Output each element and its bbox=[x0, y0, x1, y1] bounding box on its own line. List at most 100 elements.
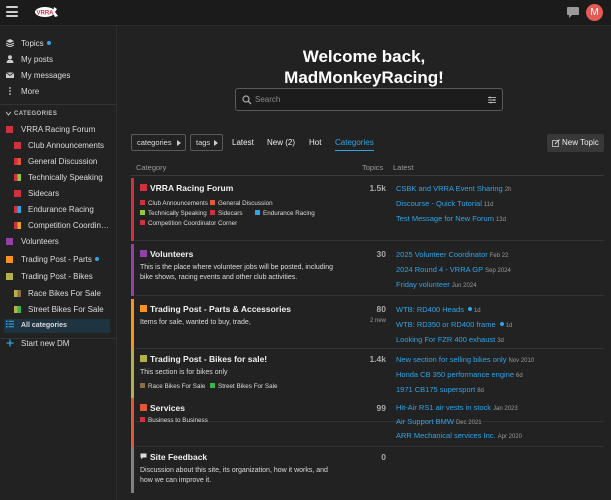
latest-topic-link[interactable]: WTB: RD400 Heads 1d bbox=[396, 305, 481, 314]
column-header-topics[interactable]: Topics bbox=[362, 163, 383, 172]
category-title[interactable]: Trading Post - Parts & Accessories bbox=[140, 304, 291, 314]
sidebar-item-label: VRRA Racing Forum bbox=[21, 125, 96, 134]
sidebar-item-label: Technically Speaking bbox=[28, 173, 103, 182]
sidebar-item-topics[interactable]: Topics bbox=[6, 37, 112, 51]
categories-filter-dropdown[interactable]: categories bbox=[131, 134, 186, 151]
category-color-swatch bbox=[14, 174, 21, 181]
sidebar-category-trading-post-parts[interactable]: Trading Post - Parts bbox=[6, 253, 112, 267]
topic-count: 80 bbox=[376, 304, 386, 314]
column-header-latest[interactable]: Latest bbox=[393, 163, 413, 172]
topic-count: 99 bbox=[376, 403, 386, 413]
more-vertical-icon bbox=[9, 87, 11, 95]
sidebar-category-volunteers[interactable]: Volunteers bbox=[6, 235, 112, 249]
chevron-down-icon[interactable] bbox=[6, 111, 11, 116]
latest-topic-link[interactable]: 2025 Volunteer Coordinator Feb 22 bbox=[396, 250, 508, 259]
subcategory-name: Sidecars bbox=[218, 210, 243, 217]
tab-categories[interactable]: Categories bbox=[335, 134, 374, 151]
category-row-volunteers[interactable]: Volunteers 30 This is the place where vo… bbox=[131, 244, 604, 296]
sidebar-item-more[interactable]: More bbox=[6, 85, 112, 99]
latest-topic-link[interactable]: ARR Mechanical services Inc. Apr 2020 bbox=[396, 431, 522, 440]
sidebar-category-trading-post-bikes[interactable]: Trading Post - Bikes bbox=[6, 270, 112, 284]
latest-topic-age: 1d bbox=[505, 323, 513, 329]
sidebar-category-vrra-racing-forum[interactable]: VRRA Racing Forum bbox=[6, 123, 112, 137]
latest-topic-link[interactable]: Friday volunteer Jun 2024 bbox=[396, 280, 476, 289]
vrra-logo[interactable]: VRRA bbox=[34, 5, 60, 19]
sidebar-category-club-announcements[interactable]: Club Announcements bbox=[14, 139, 112, 153]
latest-topic-title: WTB: RD400 Heads bbox=[396, 305, 464, 314]
sidebar-item-my-messages[interactable]: My messages bbox=[6, 69, 112, 83]
latest-topic-link[interactable]: CSBK and VRRA Event Sharing 2h bbox=[396, 184, 511, 193]
subcategory-link-technically-speaking[interactable]: Technically Speaking bbox=[140, 210, 207, 217]
sidebar-category-race-bikes-for-sale[interactable]: Race Bikes For Sale bbox=[14, 287, 112, 301]
subcategory-swatch bbox=[140, 220, 145, 225]
subcategory-link-competition-coordinator-corner[interactable]: Competition Coordinator Corner bbox=[140, 220, 237, 227]
svg-text:VRRA: VRRA bbox=[36, 10, 54, 16]
sidebar-start-dm[interactable]: Start new DM bbox=[6, 337, 112, 351]
category-color-bar bbox=[131, 398, 134, 447]
list-icon bbox=[6, 320, 14, 328]
hamburger-icon[interactable] bbox=[6, 6, 18, 17]
subcategory-link-business-to-business[interactable]: Business to Business bbox=[140, 417, 208, 424]
caret-right-icon bbox=[214, 140, 218, 146]
category-color-swatch bbox=[14, 190, 21, 197]
category-title[interactable]: Trading Post - Bikes for sale! bbox=[140, 354, 267, 364]
latest-topic-link[interactable]: Looking For FZR 400 exhaust 3d bbox=[396, 335, 504, 344]
latest-topic-link[interactable]: Test Message for New Forum 13d bbox=[396, 214, 506, 223]
tab-new[interactable]: New (2) bbox=[267, 134, 295, 151]
tab-hot[interactable]: Hot bbox=[309, 134, 321, 151]
sidebar-category-street-bikes-for-sale[interactable]: Street Bikes For Sale bbox=[14, 303, 112, 317]
sidebar-item-my-posts[interactable]: My posts bbox=[6, 53, 112, 67]
latest-topic-age: Sep 2024 bbox=[485, 268, 511, 274]
latest-topic-link[interactable]: 2024 Round 4 - VRRA GP Sep 2024 bbox=[396, 265, 511, 274]
search-input[interactable]: Search bbox=[235, 88, 503, 111]
sidebar-item-label: My posts bbox=[21, 55, 54, 64]
user-avatar[interactable]: M bbox=[586, 4, 603, 21]
latest-topic-title: Hit-Air RS1 air vests in stock bbox=[396, 403, 492, 412]
latest-topic-link[interactable]: Hit-Air RS1 air vests in stock Jan 2023 bbox=[396, 403, 518, 412]
category-color-swatch bbox=[14, 158, 21, 165]
sidebar-category-sidecars[interactable]: Sidecars bbox=[14, 187, 112, 201]
category-row-vrra-racing-forum[interactable]: VRRA Racing Forum 1.5k Club Announcement… bbox=[131, 178, 604, 241]
sidebar-category-technically-speaking[interactable]: Technically Speaking bbox=[14, 171, 112, 185]
latest-topic-link[interactable]: Air Support BMW Dec 2021 bbox=[396, 417, 482, 426]
category-row-trading-post-parts[interactable]: Trading Post - Parts & Accessories 80 2 … bbox=[131, 299, 604, 349]
category-title[interactable]: Services bbox=[140, 403, 185, 413]
latest-topic-link[interactable]: 1971 CB175 supersport 8d bbox=[396, 385, 484, 394]
new-topics-count[interactable]: 2 new bbox=[356, 318, 386, 324]
topic-count: 1.5k bbox=[369, 183, 386, 193]
subcategory-link-sidecars[interactable]: Sidecars bbox=[210, 210, 243, 217]
chat-bubble-icon[interactable] bbox=[566, 6, 580, 19]
latest-topic-link[interactable]: Honda CB 350 performance engine 6d bbox=[396, 370, 523, 379]
category-row-site-feedback[interactable]: Site Feedback 0 Discussion about this si… bbox=[131, 447, 604, 493]
new-topic-button[interactable]: New Topic bbox=[547, 134, 604, 152]
sidebar-item-label: Trading Post - Parts bbox=[21, 255, 92, 264]
new-topic-label: New Topic bbox=[562, 138, 599, 147]
category-title[interactable]: Volunteers bbox=[140, 249, 193, 259]
tags-filter-dropdown[interactable]: tags bbox=[190, 134, 223, 151]
tab-latest[interactable]: Latest bbox=[232, 134, 254, 151]
subcategory-link-endurance-racing[interactable]: Endurance Racing bbox=[255, 210, 315, 217]
latest-topic-link[interactable]: WTB: RD350 or RD400 frame 1d bbox=[396, 320, 512, 329]
latest-topic-link[interactable]: Discourse - Quick Tutorial 11d bbox=[396, 199, 493, 208]
sidebar-category-general-discussion[interactable]: General Discussion bbox=[14, 155, 112, 169]
sidebar-category-competition-coordinator[interactable]: Competition Coordinator bbox=[14, 219, 112, 233]
topic-count: 0 bbox=[381, 452, 386, 462]
latest-topic-link[interactable]: New section for selling bikes only Nov 20… bbox=[396, 355, 534, 364]
welcome-line-1: Welcome back, bbox=[302, 47, 426, 66]
category-title[interactable]: VRRA Racing Forum bbox=[140, 183, 233, 193]
sliders-icon[interactable] bbox=[487, 95, 497, 105]
subcategory-link-race-bikes-for-sale[interactable]: Race Bikes For Sale bbox=[140, 383, 205, 390]
sidebar-category-endurance-racing[interactable]: Endurance Racing bbox=[14, 203, 112, 217]
category-name: VRRA Racing Forum bbox=[150, 183, 234, 193]
categories-heading[interactable]: CATEGORIES bbox=[14, 111, 57, 117]
subcategory-link-club-announcements[interactable]: Club Announcements bbox=[140, 200, 208, 207]
category-row-services[interactable]: Services 99 Business to Business Hit-Air… bbox=[131, 398, 604, 447]
sidebar-all-categories[interactable]: All categories bbox=[6, 319, 112, 333]
subcategory-link-street-bikes-for-sale[interactable]: Street Bikes For Sale bbox=[210, 383, 278, 390]
site-header: VRRA M bbox=[0, 0, 611, 26]
sidebar-item-label: Competition Coordinator bbox=[28, 221, 112, 230]
sidebar-item-label: Endurance Racing bbox=[28, 205, 94, 214]
category-title[interactable]: Site Feedback bbox=[140, 452, 207, 462]
subcategory-link-general-discussion[interactable]: General Discussion bbox=[210, 200, 273, 207]
column-header-category[interactable]: Category bbox=[136, 163, 166, 172]
